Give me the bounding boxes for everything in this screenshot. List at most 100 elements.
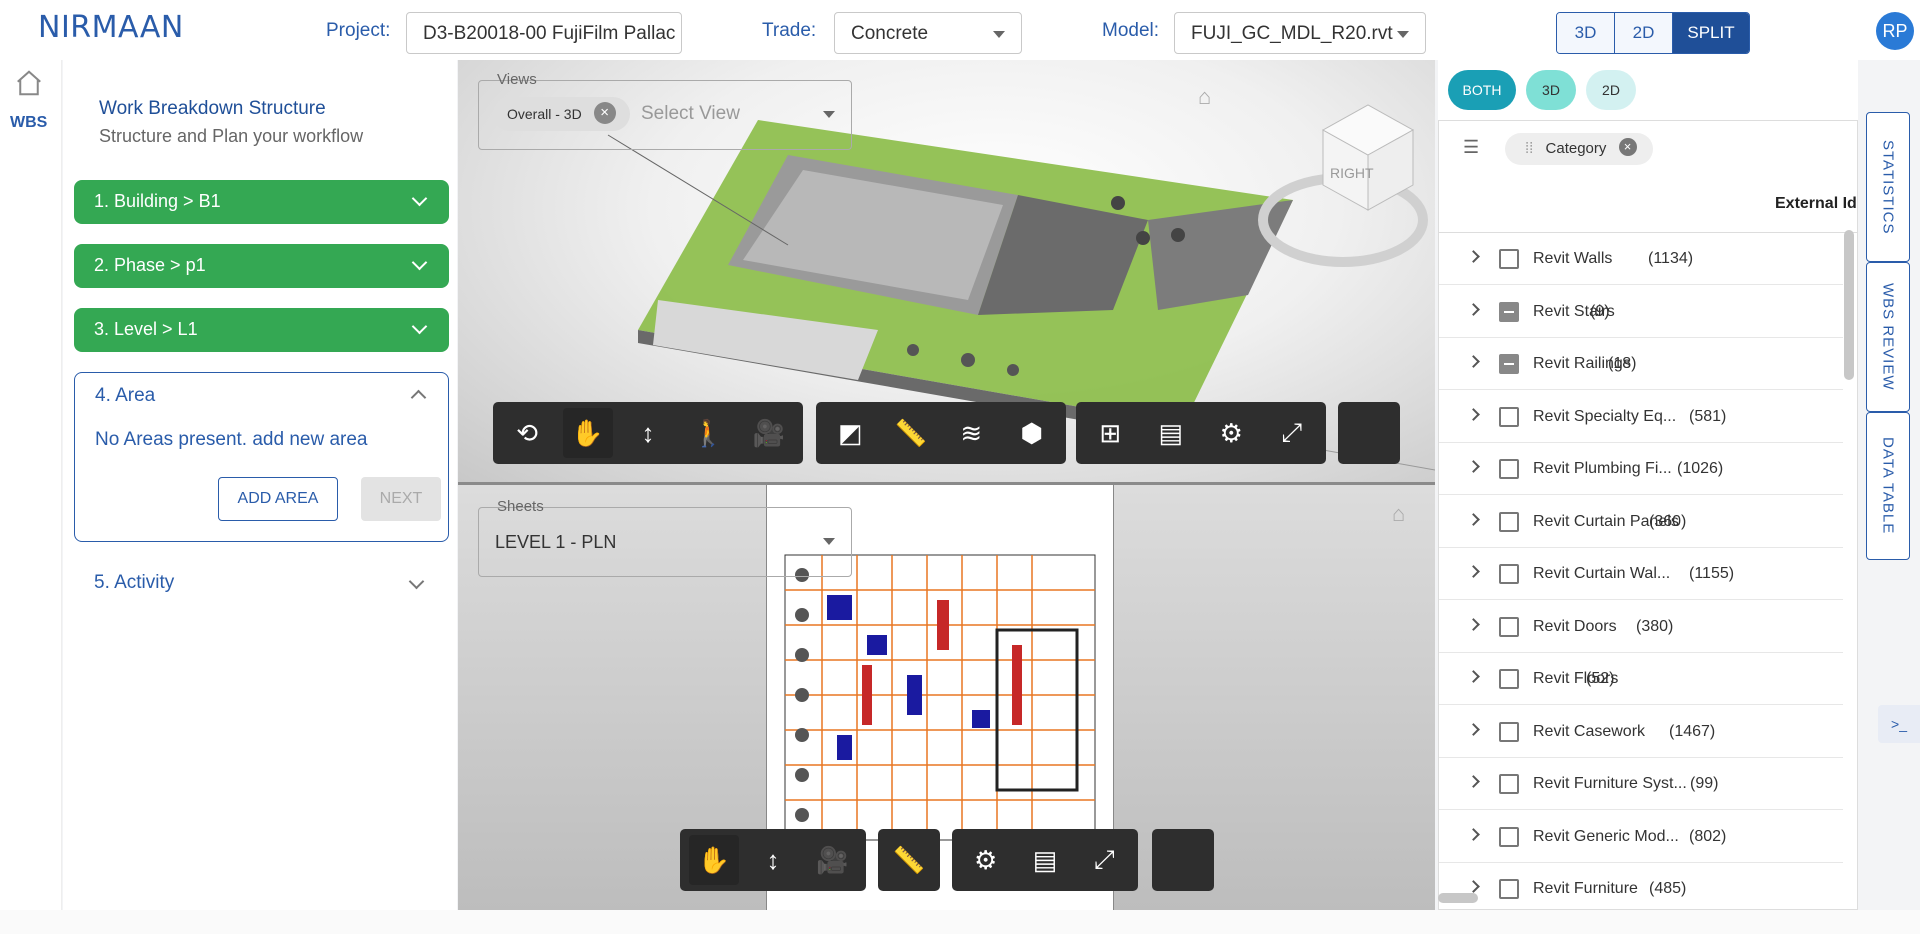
chat-icon[interactable]: >_: [1878, 705, 1920, 743]
chevron-down-icon[interactable]: [823, 111, 835, 118]
table-row[interactable]: Revit Furniture (485): [1439, 863, 1843, 909]
table-row[interactable]: Revit Curtain Panels (360): [1439, 496, 1843, 548]
row-checkbox[interactable]: [1499, 354, 1519, 374]
table-row[interactable]: Revit Walls (1134): [1439, 233, 1843, 285]
chevron-down-icon[interactable]: [408, 573, 425, 590]
close-icon[interactable]: ×: [593, 102, 616, 125]
row-checkbox[interactable]: [1499, 511, 1519, 532]
chevron-right-icon[interactable]: [1467, 722, 1480, 736]
tab-wbs-review[interactable]: WBS REVIEW: [1866, 262, 1910, 412]
viewcube[interactable]: RIGHT: [1248, 100, 1428, 280]
filter-3d-button[interactable]: 3D: [1526, 70, 1576, 110]
table-row[interactable]: Revit Doors (380): [1439, 601, 1843, 653]
extra-toolbar[interactable]: [1338, 402, 1400, 464]
section-icon[interactable]: ◩: [825, 408, 875, 458]
row-checkbox[interactable]: [1499, 879, 1519, 899]
rail-item-wbs[interactable]: WBS: [10, 114, 47, 132]
home-icon[interactable]: ⌂: [1392, 501, 1420, 529]
vertical-scrollbar[interactable]: [1844, 230, 1854, 380]
tab-data-table[interactable]: DATA TABLE: [1866, 412, 1910, 560]
filter-2d-button[interactable]: 2D: [1586, 70, 1636, 110]
views-select[interactable]: Views Overall - 3D × Select View: [478, 71, 852, 150]
measure-icon[interactable]: 📏: [886, 408, 936, 458]
row-checkbox[interactable]: [1499, 564, 1519, 584]
table-row[interactable]: Revit Plumbing Fi... (1026): [1439, 443, 1843, 495]
chevron-right-icon[interactable]: [1467, 670, 1480, 683]
camera-icon[interactable]: 🎥: [807, 835, 857, 885]
table-row[interactable]: Revit Casework (1467): [1439, 706, 1843, 758]
measure-icon[interactable]: 📏: [884, 835, 934, 885]
table-row[interactable]: Revit Furniture Syst... (99): [1439, 758, 1843, 810]
pan-icon[interactable]: ✋: [688, 835, 739, 885]
column-header-external-id[interactable]: External Id: [1775, 195, 1857, 213]
view-mode-split-button[interactable]: SPLIT: [1673, 13, 1749, 53]
chevron-right-icon[interactable]: [1467, 512, 1480, 526]
horizontal-scrollbar[interactable]: [1438, 893, 1478, 903]
row-checkbox[interactable]: [1499, 826, 1519, 847]
row-checkbox[interactable]: [1499, 406, 1519, 427]
walk-icon[interactable]: 🚶: [683, 408, 733, 458]
trade-select[interactable]: Concrete: [834, 12, 1022, 54]
avatar[interactable]: RP: [1876, 12, 1914, 50]
table-row[interactable]: Revit Railings (18): [1439, 338, 1843, 390]
wbs-step-level[interactable]: 3. Level > L1: [74, 308, 449, 352]
explode-icon[interactable]: ⬢: [1007, 408, 1057, 458]
sheets-select[interactable]: Sheets LEVEL 1 - PLN: [478, 498, 852, 577]
filter-both-button[interactable]: BOTH: [1448, 70, 1516, 110]
model-browser-icon[interactable]: ⊞: [1085, 408, 1135, 458]
area-title[interactable]: 4. Area: [95, 385, 155, 407]
table-row[interactable]: Revit Specialty Eq... (581): [1439, 391, 1843, 443]
chevron-right-icon[interactable]: [1467, 565, 1480, 578]
project-field[interactable]: D3-B20018-00 FujiFilm Pallac: [406, 12, 682, 54]
chevron-right-icon[interactable]: [1467, 407, 1480, 421]
fullscreen-icon[interactable]: ⤢: [1267, 408, 1317, 458]
chevron-right-icon[interactable]: [1467, 617, 1480, 631]
row-checkbox[interactable]: [1499, 774, 1519, 794]
table-row[interactable]: Revit Curtain Wal... (1155): [1439, 548, 1843, 600]
tab-statistics[interactable]: STATISTICS: [1866, 112, 1910, 262]
wbs-step-activity[interactable]: 5. Activity: [94, 572, 174, 594]
wbs-step-phase[interactable]: 2. Phase > p1: [74, 244, 449, 288]
row-checkbox[interactable]: [1499, 721, 1519, 742]
table-row[interactable]: Revit Stairs (9): [1439, 286, 1843, 338]
row-checkbox[interactable]: [1499, 301, 1519, 322]
camera-icon[interactable]: 🎥: [744, 408, 794, 458]
extra-toolbar-2d[interactable]: [1152, 829, 1214, 891]
chevron-right-icon[interactable]: [1467, 775, 1480, 788]
chevron-right-icon[interactable]: [1467, 355, 1480, 368]
home-icon[interactable]: ⌂: [1198, 84, 1226, 112]
view-mode-3d-button[interactable]: 3D: [1557, 13, 1615, 53]
row-checkbox[interactable]: [1499, 249, 1519, 269]
close-icon[interactable]: ×: [1618, 138, 1637, 157]
chevron-right-icon[interactable]: [1467, 827, 1480, 841]
chevron-right-icon[interactable]: [1467, 460, 1480, 473]
home-icon[interactable]: [14, 68, 44, 98]
chevron-right-icon[interactable]: [1467, 302, 1480, 316]
model-select[interactable]: FUJI_GC_MDL_R20.rvt: [1174, 12, 1426, 54]
orbit-icon[interactable]: ⟲: [502, 408, 552, 458]
viewer-2d[interactable]: Sheets LEVEL 1 - PLN ⌂ ✋ ↕ 🎥 📏 ⚙ ▤ ⤢: [458, 485, 1435, 910]
app-logo[interactable]: NIRMAAN: [38, 10, 184, 45]
wbs-step-building[interactable]: 1. Building > B1: [74, 180, 449, 224]
chevron-up-icon[interactable]: [410, 389, 427, 406]
add-area-button[interactable]: ADD AREA: [218, 477, 338, 521]
row-checkbox[interactable]: [1499, 616, 1519, 637]
pan-icon[interactable]: ✋: [562, 408, 613, 458]
properties-icon[interactable]: ▤: [1146, 408, 1196, 458]
chevron-right-icon[interactable]: [1467, 250, 1480, 263]
list-icon[interactable]: ☰: [1463, 137, 1479, 158]
table-row[interactable]: Revit Generic Mod... (802): [1439, 811, 1843, 863]
zoom-icon[interactable]: ↕: [748, 835, 798, 885]
layers-icon[interactable]: ≋: [946, 408, 996, 458]
next-button[interactable]: NEXT: [361, 477, 441, 521]
gear-icon[interactable]: ⚙: [1206, 408, 1256, 458]
chevron-right-icon[interactable]: [1467, 880, 1480, 893]
view-mode-2d-button[interactable]: 2D: [1615, 13, 1673, 53]
row-checkbox[interactable]: [1499, 459, 1519, 479]
fullscreen-icon[interactable]: ⤢: [1079, 835, 1129, 885]
properties-icon[interactable]: ▤: [1020, 835, 1070, 885]
gear-icon[interactable]: ⚙: [961, 835, 1011, 885]
viewer-3d[interactable]: Views Overall - 3D × Select View ⌂ RIGHT…: [458, 60, 1435, 482]
zoom-icon[interactable]: ↕: [623, 408, 673, 458]
chevron-down-icon[interactable]: [823, 538, 835, 545]
